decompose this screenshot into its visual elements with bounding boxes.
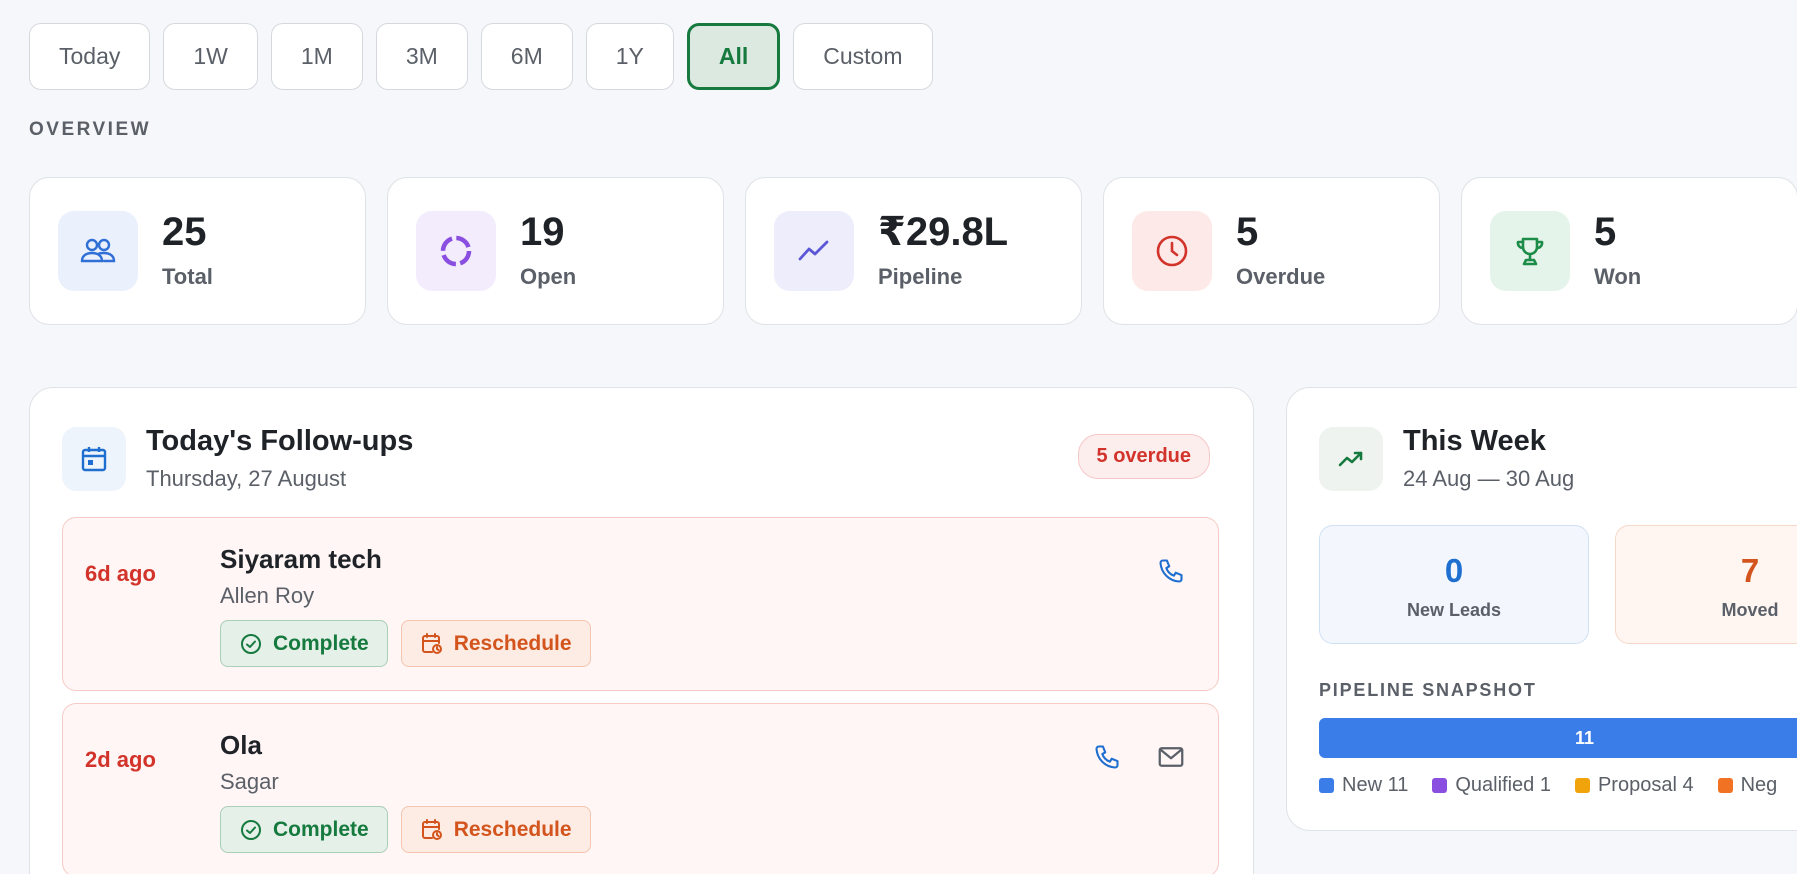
- reschedule-button[interactable]: Reschedule: [400, 806, 591, 853]
- kpi-label: Moved: [1721, 600, 1779, 620]
- stat-value: 19: [520, 210, 565, 254]
- panel-title: This Week: [1403, 425, 1546, 457]
- calendar-clock-icon: [421, 818, 442, 840]
- filter-1y[interactable]: 1Y: [585, 23, 674, 90]
- legend-swatch: [1717, 778, 1733, 793]
- check-circle-icon: [241, 633, 261, 654]
- stats-row: 25 Total 19 Open ₹29.8L Pipeline 5 Overd…: [29, 177, 1797, 325]
- date-range-filter: Today 1W 1M 3M 6M 1Y All Custom: [29, 23, 933, 90]
- kpi-label: New Leads: [1406, 600, 1502, 620]
- stat-label: Pipeline: [878, 264, 963, 289]
- reschedule-button[interactable]: Reschedule: [400, 620, 591, 667]
- filter-1w[interactable]: 1W: [163, 23, 258, 90]
- trend-line-icon: [774, 211, 854, 291]
- legend-item-proposal: Proposal 4: [1574, 774, 1694, 797]
- overview-heading: OVERVIEW: [29, 119, 152, 140]
- legend-item-qualified: Qualified 1: [1432, 774, 1551, 797]
- trending-up-icon: [1319, 426, 1383, 491]
- legend-swatch: [1432, 778, 1448, 793]
- calendar-clock-icon: [421, 632, 442, 654]
- legend-item-new: New 11: [1319, 774, 1408, 797]
- legend-label: New 11: [1342, 774, 1409, 796]
- followup-item[interactable]: 2d ago Ola Sagar Complete Reschedule: [62, 703, 1219, 874]
- stat-value: ₹29.8L: [878, 210, 1009, 254]
- phone-icon[interactable]: [1156, 556, 1186, 586]
- this-week-panel: This Week 24 Aug — 30 Aug 0 New Leads 7 …: [1286, 387, 1797, 831]
- stat-label: Total: [162, 264, 213, 289]
- pipeline-snapshot-bar[interactable]: 11: [1319, 718, 1797, 758]
- stat-card-won[interactable]: 5 Won: [1461, 177, 1797, 325]
- panel-date: Thursday, 27 August: [146, 466, 347, 491]
- followup-contact: Allen Roy: [220, 583, 315, 608]
- stat-label: Overdue: [1236, 264, 1326, 289]
- legend-label: Neg: [1740, 774, 1778, 796]
- week-range: 24 Aug — 30 Aug: [1403, 466, 1575, 491]
- filter-3m[interactable]: 3M: [375, 23, 468, 90]
- legend-swatch: [1574, 778, 1590, 793]
- pipeline-snapshot-heading: PIPELINE SNAPSHOT: [1319, 680, 1537, 700]
- followup-contact: Sagar: [220, 769, 279, 794]
- filter-6m[interactable]: 6M: [480, 23, 573, 90]
- filter-today[interactable]: Today: [29, 23, 151, 90]
- stat-value: 25: [162, 210, 207, 254]
- followup-company[interactable]: Siyaram tech: [220, 544, 382, 575]
- panel-title: Today's Follow-ups: [146, 425, 414, 457]
- kpi-moved[interactable]: 7 Moved: [1615, 525, 1797, 644]
- kpi-new-leads[interactable]: 0 New Leads: [1319, 525, 1589, 644]
- stat-card-total[interactable]: 25 Total: [29, 177, 366, 325]
- stat-label: Won: [1594, 264, 1642, 289]
- stat-card-overdue[interactable]: 5 Overdue: [1103, 177, 1440, 325]
- stat-label: Open: [520, 264, 577, 289]
- reschedule-label: Reschedule: [453, 631, 572, 655]
- mail-icon[interactable]: [1156, 742, 1186, 772]
- followup-company[interactable]: Ola: [220, 730, 262, 761]
- complete-button[interactable]: Complete: [220, 620, 388, 667]
- followup-age: 2d ago: [85, 747, 156, 772]
- legend-item-negotiation: Neg: [1717, 774, 1778, 797]
- filter-1m[interactable]: 1M: [270, 23, 363, 90]
- kpi-value: 7: [1740, 552, 1760, 589]
- legend-swatch: [1319, 778, 1334, 793]
- phone-icon[interactable]: [1092, 742, 1122, 772]
- users-icon: [58, 211, 138, 291]
- stat-value: 5: [1594, 210, 1617, 254]
- stat-value: 5: [1236, 210, 1259, 254]
- pipeline-legend: New 11 Qualified 1 Proposal 4 Neg: [1319, 774, 1777, 797]
- complete-button[interactable]: Complete: [220, 806, 388, 853]
- kpi-value: 0: [1444, 552, 1464, 589]
- filter-custom[interactable]: Custom: [793, 23, 933, 90]
- check-circle-icon: [241, 819, 261, 840]
- bar-value: 11: [1575, 727, 1595, 748]
- progress-ring-icon: [416, 211, 496, 291]
- stat-card-open[interactable]: 19 Open: [387, 177, 724, 325]
- followup-item[interactable]: 6d ago Siyaram tech Allen Roy Complete R…: [62, 517, 1219, 691]
- reschedule-label: Reschedule: [453, 817, 572, 841]
- followup-age: 6d ago: [85, 561, 156, 586]
- clock-icon: [1132, 211, 1212, 291]
- legend-label: Qualified 1: [1455, 774, 1551, 796]
- overdue-badge[interactable]: 5 overdue: [1077, 434, 1210, 479]
- calendar-icon: [62, 426, 126, 491]
- stat-card-pipeline[interactable]: ₹29.8L Pipeline: [745, 177, 1082, 325]
- complete-label: Complete: [273, 631, 369, 655]
- filter-all[interactable]: All: [686, 23, 781, 90]
- complete-label: Complete: [273, 817, 369, 841]
- trophy-icon: [1490, 211, 1570, 291]
- followups-panel: Today's Follow-ups Thursday, 27 August 5…: [29, 387, 1254, 874]
- legend-label: Proposal 4: [1597, 774, 1694, 796]
